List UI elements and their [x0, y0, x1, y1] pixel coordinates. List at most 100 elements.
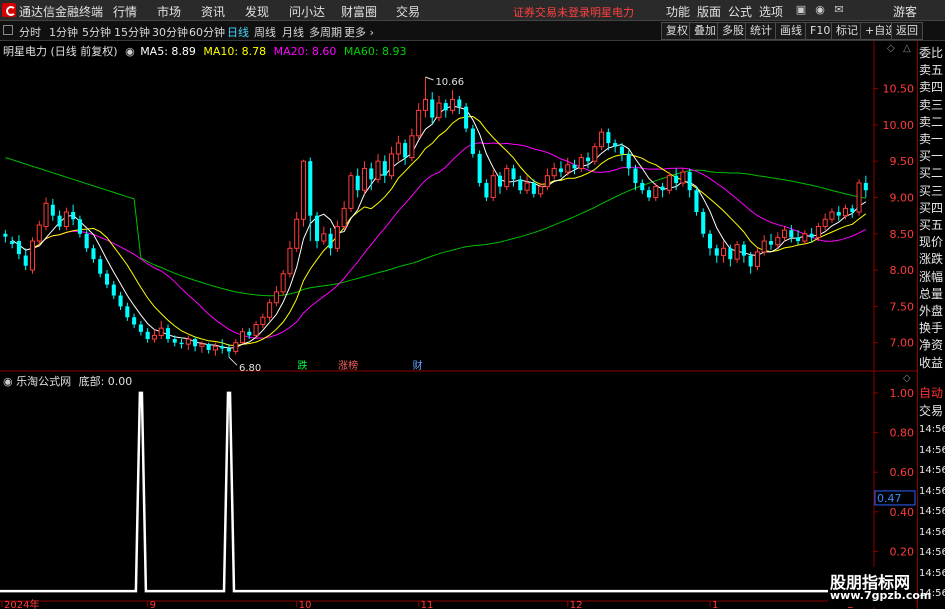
auto-trade-toggle[interactable]: 自动 — [919, 384, 945, 402]
quote-label: 收益 — [919, 355, 944, 370]
menu-jiaoyi[interactable]: 交易 — [396, 3, 420, 20]
candle-body-down — [403, 143, 408, 158]
period-weekly[interactable]: 周线 — [254, 24, 276, 40]
candle-body-up — [260, 316, 266, 326]
period-30min[interactable]: 30分钟 — [152, 24, 188, 40]
x-tick-label: 11 — [421, 600, 434, 609]
candle-body-down — [132, 317, 137, 325]
candle-body-down — [3, 233, 8, 237]
indicator-title: 乐淘公式网 — [16, 375, 72, 388]
guest-user[interactable]: 游客 — [893, 3, 917, 20]
quote-label: 卖三 — [919, 97, 944, 112]
trade-time: 14:56 — [919, 547, 945, 558]
login-status[interactable]: 证券交易未登录 — [513, 4, 590, 20]
trade-time: 14:56 — [919, 485, 945, 497]
quote-label: 卖一 — [919, 132, 944, 146]
candle-body-down — [118, 295, 123, 307]
menu-zixun[interactable]: 资讯 — [201, 3, 225, 20]
candle-body-down — [701, 212, 706, 234]
candle-body-down — [16, 241, 21, 255]
candle-body-down — [457, 99, 462, 107]
menu-banmian[interactable]: 版面 — [697, 3, 721, 20]
candle-body-down — [226, 348, 232, 352]
trade-label[interactable]: 交易 — [919, 402, 945, 420]
event-marker: 财 — [413, 359, 423, 372]
candle-body-down — [57, 215, 62, 227]
candle-body-down — [369, 168, 374, 180]
quote-label: 卖二 — [919, 114, 944, 129]
trade-time: 14:56 — [919, 567, 945, 579]
settings-icon[interactable]: ◉ — [125, 45, 135, 58]
candle-body-up — [158, 327, 164, 336]
candle-body-down — [687, 172, 692, 191]
candle-body-up — [436, 102, 442, 119]
period-1min[interactable]: 1分钟 — [49, 24, 78, 40]
y-tick-label: 9.00 — [890, 191, 915, 204]
candle-body-up — [348, 175, 354, 209]
low-pointer — [228, 356, 238, 366]
period-60min[interactable]: 60分钟 — [189, 24, 225, 40]
candle-body-down — [464, 106, 469, 129]
ma60-value: MA60: 8.93 — [343, 45, 407, 58]
candle-body-down — [640, 182, 645, 191]
y-tick-label: 9.50 — [890, 155, 915, 168]
ind-y-tick-label: 0.80 — [890, 427, 915, 440]
candle-body-down — [863, 182, 868, 191]
menu-caifuquan[interactable]: 财富圈 — [341, 3, 377, 20]
draw-line-button[interactable]: 画线 — [775, 22, 807, 40]
ma20-value: MA20: 8.60 — [273, 45, 337, 58]
menu-gongshi[interactable]: 公式 — [728, 3, 752, 20]
candle-body-down — [145, 331, 150, 340]
candle-body-down — [613, 143, 618, 147]
diamond-icon[interactable]: ◇ — [887, 43, 895, 54]
candle-body-up — [321, 233, 327, 242]
candle-body-up — [829, 211, 835, 220]
candle-body-down — [626, 153, 631, 169]
period-monthly[interactable]: 月线 — [282, 24, 304, 40]
candle-body-down — [633, 168, 638, 183]
menu-shichang[interactable]: 市场 — [157, 3, 181, 20]
triangle-icon[interactable]: △ — [903, 43, 911, 54]
app-title: 通达信金融终端 — [19, 5, 104, 19]
candle-body-down — [206, 344, 211, 350]
kline-chart-area[interactable]: 10.50 10.00 9.50 9.00 8.50 8.00 7.50 7.00 1.00 0.… — [0, 41, 917, 609]
candle-body-down — [172, 339, 177, 343]
mark-button[interactable]: 标记 — [831, 22, 863, 40]
period-5min[interactable]: 5分钟 — [82, 24, 111, 40]
candle-body-up — [422, 98, 428, 111]
candle-body-down — [497, 175, 503, 187]
candle-body-down — [836, 212, 841, 216]
menu-hangqing[interactable]: 行情 — [113, 3, 137, 20]
message-icon[interactable]: ✉ — [831, 2, 847, 18]
period-fenshi[interactable]: 分时 — [19, 24, 41, 40]
event-marker: 涨榜 — [338, 359, 358, 372]
period-15min[interactable]: 15分钟 — [114, 24, 150, 40]
indicator-settings-icon[interactable]: ◉ — [3, 375, 13, 388]
period-more[interactable]: 更多 › — [344, 24, 374, 40]
menu-gongneng[interactable]: 功能 — [666, 3, 690, 20]
candle-body-up — [253, 324, 259, 336]
candle-body-up — [802, 233, 808, 242]
candle-body-up — [538, 186, 544, 195]
skin-icon[interactable]: ▣ — [793, 2, 809, 18]
menu-wenxiaoda[interactable]: 问小达 — [289, 3, 325, 20]
back-button[interactable]: 返回 — [891, 22, 923, 40]
period-multi[interactable]: 多周期 — [309, 24, 342, 40]
candle-body-down — [98, 259, 103, 274]
menu-faxian[interactable]: 发现 — [245, 3, 269, 20]
candle-body-down — [572, 164, 577, 169]
collapse-icon[interactable] — [3, 25, 13, 35]
period-daily[interactable]: 日线 — [227, 24, 249, 40]
y-tick-label: 10.00 — [883, 119, 915, 132]
indicator-close-icon[interactable]: ◇ — [903, 373, 911, 384]
candle-body-up — [592, 146, 598, 162]
menu-xuanxiang[interactable]: 选项 — [759, 3, 783, 20]
candle-body-down — [50, 204, 55, 216]
app-logo-icon — [2, 3, 16, 17]
candle-body-down — [382, 161, 387, 176]
candle-body-up — [389, 153, 395, 177]
notification-icon[interactable]: ◉ — [812, 2, 828, 18]
statistics-button[interactable]: 统计 — [745, 22, 777, 40]
high-pointer — [425, 76, 434, 81]
candle-body-up — [565, 164, 571, 173]
